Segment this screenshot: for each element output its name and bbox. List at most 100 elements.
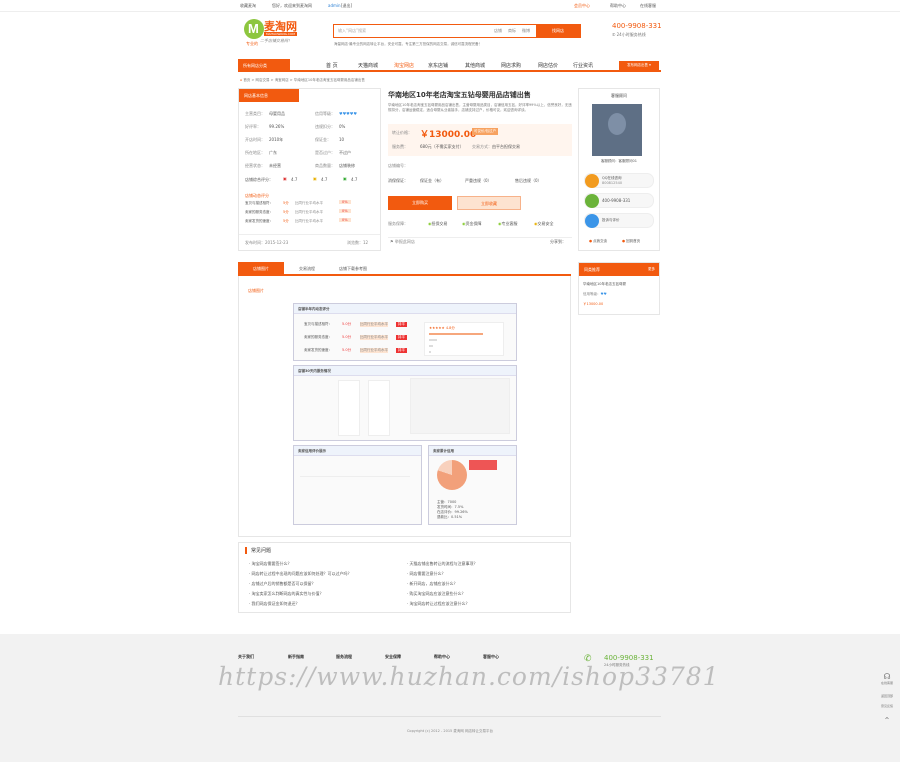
home-link[interactable]: ● 回到首页 (622, 239, 640, 244)
comment-icon (585, 214, 599, 228)
product-title: 华南地区10年老店淘宝五钻母婴用品店铺出售 (388, 91, 531, 99)
shot-diff: 持平 (396, 322, 407, 327)
side-top[interactable]: 返回顶部 (878, 694, 896, 698)
dsr-diff: 0% (339, 200, 351, 204)
search-button[interactable]: 找网店 (536, 25, 580, 37)
favorite-link[interactable]: 收藏麦淘 (240, 3, 256, 9)
faq-item[interactable]: · 网店转让过程中出现的问题应该如何处理？可以过户吗？ (249, 571, 352, 577)
search-tab-brand[interactable]: 商标 (508, 28, 516, 34)
faq-item[interactable]: · 淘宝网店转让过程应该注意什么？ (407, 601, 470, 607)
footer-process[interactable]: 服务流程 (336, 654, 352, 660)
dsr-label: 卖家发货的速度： (245, 219, 273, 223)
info-value: 10 (339, 137, 345, 142)
price-label: 转让价格： (392, 130, 412, 135)
footer-about[interactable]: 关于我们 (238, 654, 254, 660)
report-link[interactable]: ⚑ 举报此网店 (390, 239, 415, 245)
section4-title: 卖家累计信用 (433, 449, 454, 453)
faq-item[interactable]: · 购买淘宝网店应该注意些什么？ (407, 591, 466, 597)
nav-news[interactable]: 行业资讯 (573, 62, 593, 69)
info-value: 不过户 (339, 150, 351, 155)
dsr-score: 5分 (283, 201, 289, 205)
nav-tmall[interactable]: 天猫商城 (358, 62, 378, 69)
nav-other[interactable]: 其他商城 (465, 62, 485, 69)
shot-diff: 持平 (396, 335, 407, 340)
qq-consult[interactable]: QQ在线咨询 800812540 (584, 173, 654, 188)
tab-process[interactable]: 交易流程 (284, 262, 330, 276)
scroll-top-icon[interactable]: ⌃ (878, 716, 896, 725)
breadcrumb-taobao[interactable]: 淘宝网店 (275, 78, 289, 82)
agent-name: 客服顾问：客服顾问01 (601, 159, 637, 163)
logout-link[interactable]: [退出] (341, 3, 352, 9)
breadcrumb-home[interactable]: 首页 (243, 78, 250, 82)
username-link[interactable]: admin (328, 3, 341, 8)
welcome-text: 您好，欢迎来到麦淘网 (272, 3, 312, 8)
section1-title: 店铺半年内动态评分 (298, 307, 330, 311)
footer-security[interactable]: 安全保障 (385, 654, 401, 660)
dsr-compare: 比同行业平均水平 (295, 201, 323, 205)
faq-item[interactable]: · 新开网店，店铺应该什么？ (407, 581, 458, 587)
faq-item[interactable]: · 天猫店铺出售转让的流程与注意事项？ (407, 561, 478, 567)
search-input[interactable]: 输入“网店”搜索 (338, 28, 366, 34)
breadcrumb-current: 华南地区10年老店淘宝五钻母婴用品店铺出售 (293, 78, 365, 82)
info-label: 经营状态： (245, 163, 265, 168)
recommend-item[interactable]: 华南地区10年老店五钻母婴 (583, 282, 626, 287)
nav-jd[interactable]: 京东店铺 (428, 62, 448, 69)
shot-label: 宝贝与描述相符： (304, 322, 332, 326)
tab-shop-images[interactable]: 店铺图片 (238, 262, 284, 276)
footer-guide[interactable]: 新手指南 (288, 654, 304, 660)
shop-images-link[interactable]: 店铺图片 (248, 288, 264, 294)
member-center-link[interactable]: 会员中心 (574, 3, 590, 9)
faq-item[interactable]: · 我们网店保证金如何退还？ (249, 601, 300, 607)
faq-item[interactable]: · 淘宝网店需要签什么？ (249, 561, 292, 567)
side-service[interactable]: ☊ 在线客服 (878, 672, 896, 685)
info-value: 99.26% (269, 124, 285, 129)
faq-panel: 常见问题 · 淘宝网店需要签什么？ · 网店转让过程中出现的问题应该如何处理？可以… (238, 542, 571, 613)
chat-link[interactable]: ● 点我交谈 (589, 239, 607, 244)
recommend-more[interactable]: 更多 (648, 267, 655, 272)
buy-now-button[interactable]: 立即购买 (388, 196, 452, 210)
favorite-button[interactable]: 立即收藏 (457, 196, 521, 210)
dsr-title: 店铺动态评分 (245, 193, 269, 198)
product-desc: 华南地区10年老店淘宝五钻母婴用品店铺出售，主营母婴用品类目，店铺信用五钻，好评… (388, 103, 572, 112)
misc-row-4: 售后违规（0） (515, 178, 542, 183)
footer-service[interactable]: 客服中心 (483, 654, 499, 660)
faq-item[interactable]: · 店铺过户后的销售额是否可以保留？ (249, 581, 316, 587)
complaint-link[interactable]: 投诉与评价 (584, 213, 654, 228)
service-3: ◉专业客服 (498, 221, 518, 226)
shot-score: 5.0分 (342, 348, 352, 352)
rating-icon-1: ▣ (283, 176, 287, 181)
divider (388, 237, 572, 238)
nav-want-buy[interactable]: 网店求购 (501, 62, 521, 69)
dsr-label: 宝贝与描述相符： (245, 201, 273, 205)
shot-score: 5.0分 (342, 322, 352, 326)
breadcrumb: ⌂ 首页 > 网店交易 > 淘宝网店 > 华南地区10年老店淘宝五钻母婴用品店铺… (240, 78, 365, 82)
site-logo[interactable]: M 麦淘网 MAITAOWANG.COM 专业的 二手店铺交易网！ (244, 17, 304, 47)
footer-help[interactable]: 帮助中心 (434, 654, 450, 660)
publish-shop-button[interactable]: 发布网店出售 ▾ (619, 61, 659, 70)
rating-2: 4.7 (321, 177, 328, 182)
dsr-screenshot: 店铺半年内动态评分 宝贝与描述相符： 5.0分 比同行业平均水平 持平 卖家的服务态度：… (293, 303, 517, 361)
nav-valuation[interactable]: 网店估价 (538, 62, 558, 69)
side-feedback[interactable]: 意见反馈 (878, 704, 896, 708)
faq-item[interactable]: · 网店需要注意什么？ (407, 571, 446, 577)
help-center-link[interactable]: 帮助中心 (610, 3, 626, 9)
credit-total-screenshot: 卖家累计信用 主营：7000 发货时间：7.5% 在店评价：99.26% 退款比：0.… (428, 445, 517, 525)
misc-row-3: 严重违规（0） (465, 178, 492, 183)
nav-taobao[interactable]: 淘宝网店 (394, 62, 414, 69)
nav-home[interactable]: 首 页 (326, 62, 338, 69)
shop-info-title: 网店基本信息 (239, 89, 299, 102)
logo-subtext: MAITAOWANG.COM (264, 32, 297, 36)
info-label: 开店时间： (245, 137, 265, 142)
logo-slogan2: 二手店铺交易网！ (260, 38, 292, 43)
tab-download[interactable]: 店铺下载参考图 (330, 262, 376, 276)
category-menu[interactable]: 所有网店分类 (238, 59, 290, 72)
search-tab-weibo[interactable]: 微博 (522, 28, 530, 34)
online-service-link[interactable]: 在线客服 (640, 3, 656, 9)
breadcrumb-trade[interactable]: 网店交易 (256, 78, 270, 82)
search-tab-shop[interactable]: 店铺 (494, 28, 502, 34)
fee-value: 680元（不需买家支付） (420, 144, 464, 149)
shot-compare: 比同行业平均水平 (360, 335, 388, 340)
info-label: 保证金： (315, 137, 331, 142)
shot-label: 卖家的服务态度： (304, 335, 332, 339)
faq-item[interactable]: · 淘宝卖家怎么判断网店的真实性与价值？ (249, 591, 324, 597)
